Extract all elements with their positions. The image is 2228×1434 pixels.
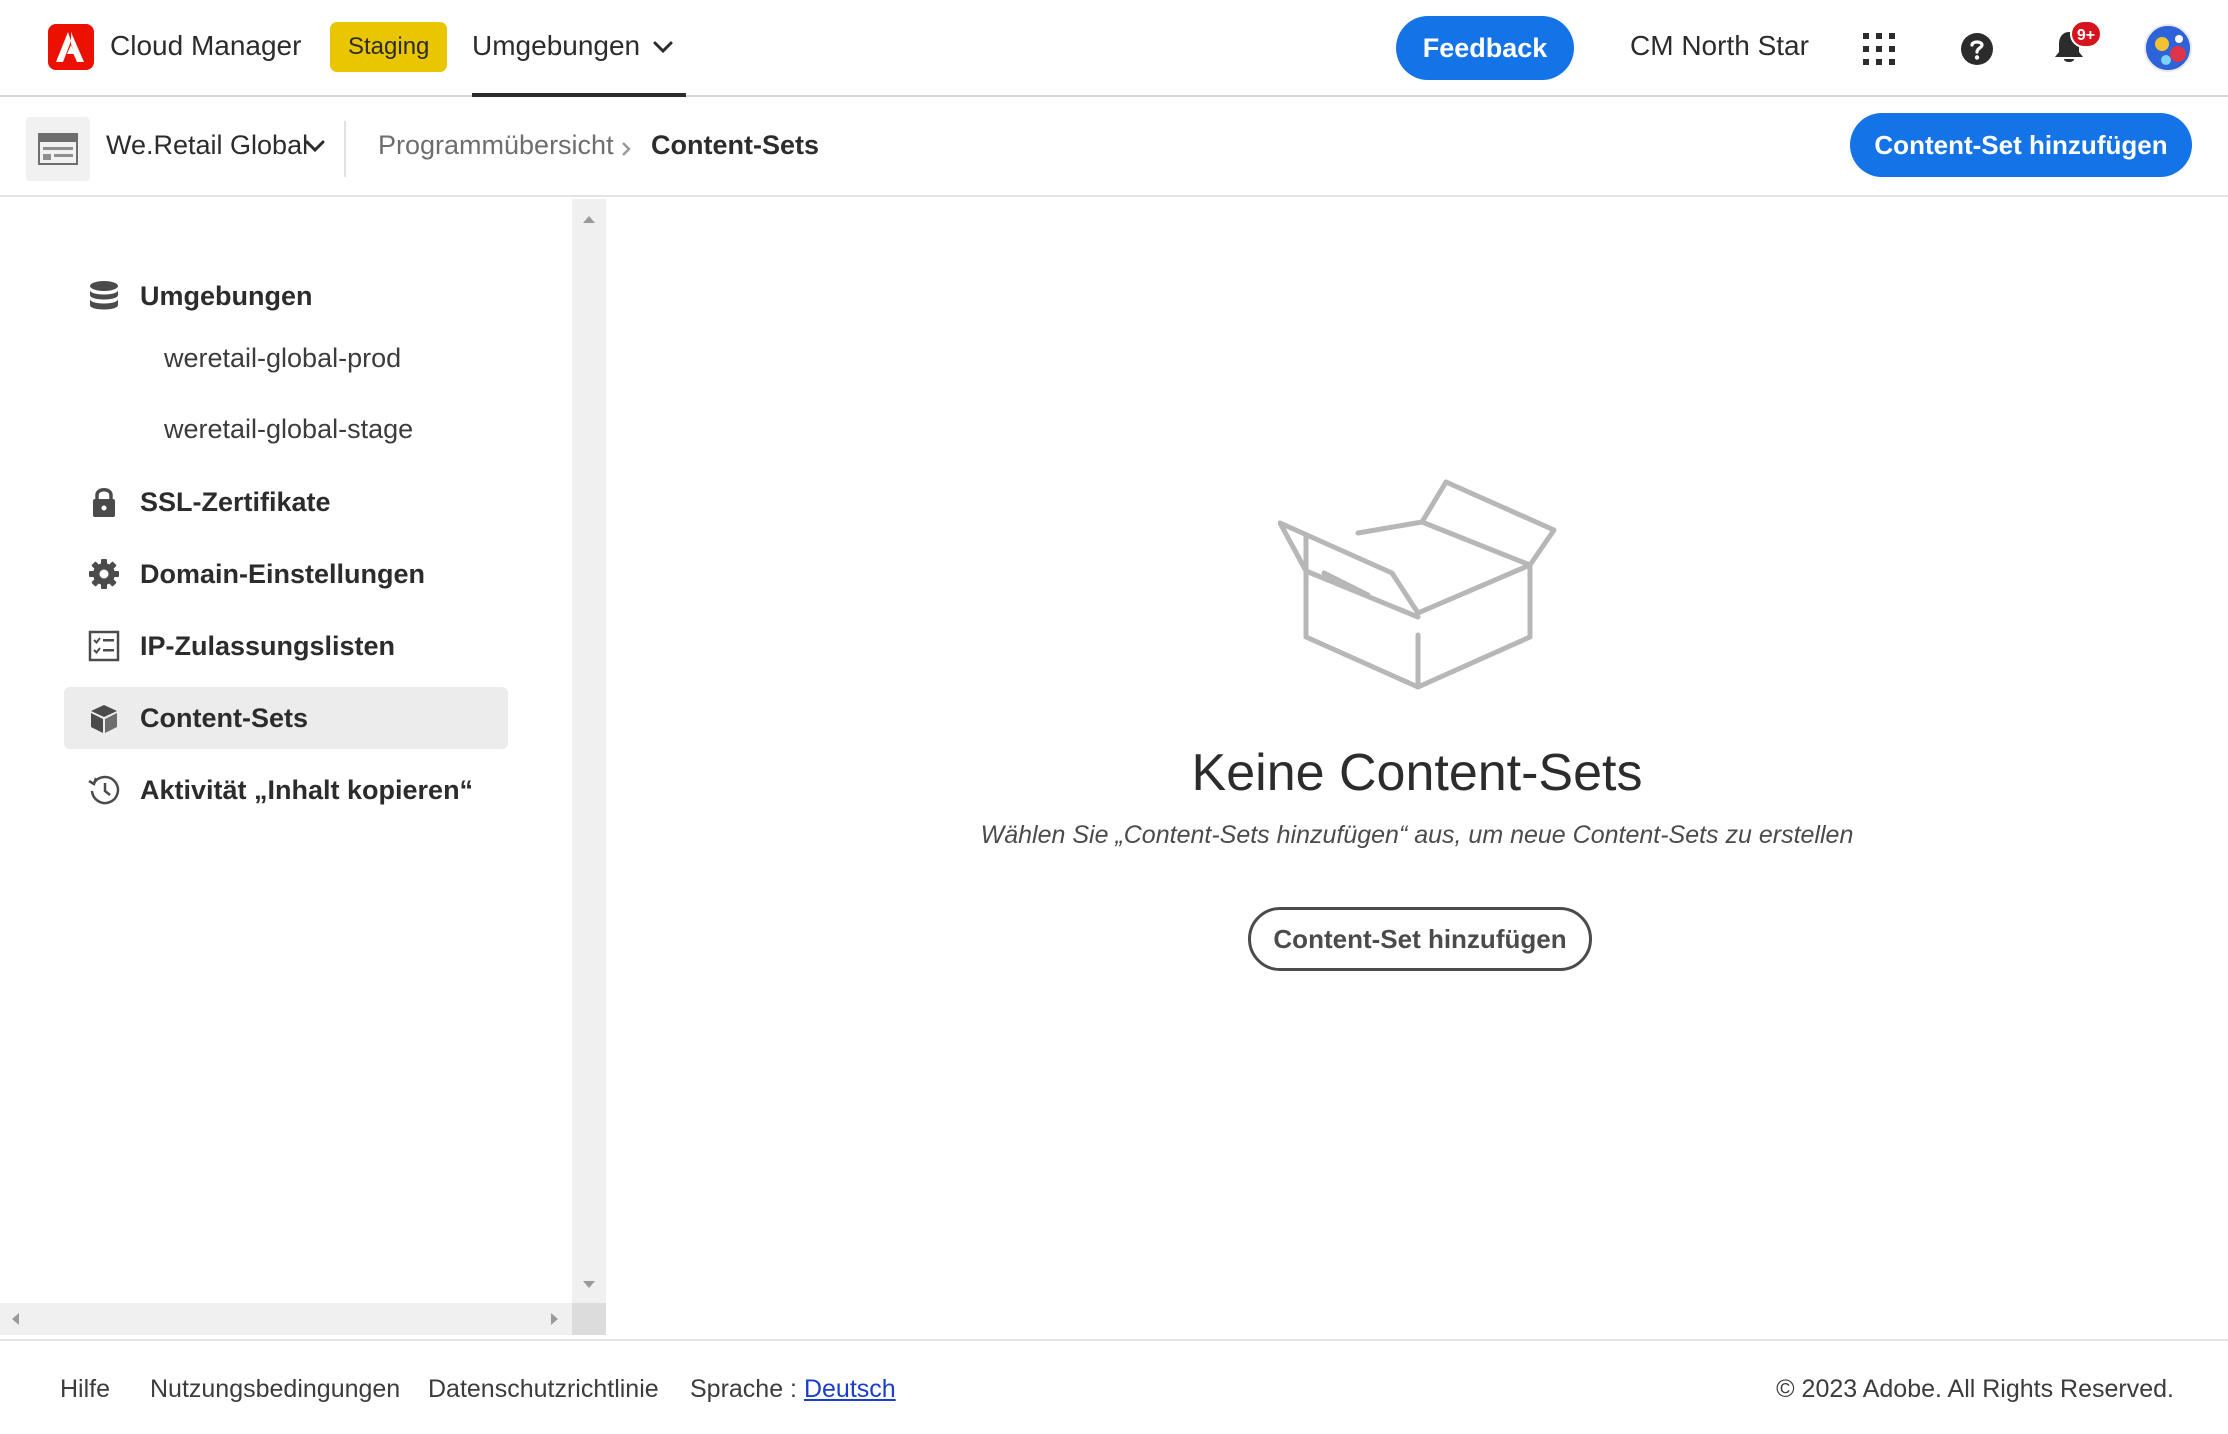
program-icon <box>26 117 90 181</box>
footer-language: Sprache : Deutsch <box>690 1375 896 1404</box>
notification-count-badge: 9+ <box>2070 20 2102 48</box>
environments-menu-label: Umgebungen <box>472 30 641 61</box>
lock-icon <box>88 486 120 518</box>
help-icon[interactable] <box>1960 32 1994 71</box>
empty-state-description: Wählen Sie „Content-Sets hinzufügen“ aus… <box>980 821 1854 849</box>
adobe-logo-icon[interactable] <box>48 24 94 70</box>
box-icon <box>88 702 120 734</box>
chevron-right-icon <box>620 141 632 162</box>
app-title[interactable]: Cloud Manager <box>110 30 301 62</box>
sidebar-item-label: Aktivität „Inhalt kopieren“ <box>140 775 474 805</box>
program-bar: We.Retail Global Programmübersicht Conte… <box>0 97 2228 197</box>
checklist-icon <box>88 630 120 662</box>
sidebar-item-label: Umgebungen <box>140 281 313 311</box>
add-content-set-button[interactable]: Content-Set hinzufügen <box>1850 113 2192 177</box>
gear-icon <box>88 558 120 590</box>
sidebar-item-environments[interactable]: Umgebungen <box>64 265 508 327</box>
program-selector[interactable]: We.Retail Global <box>106 130 308 161</box>
sidebar-item-weretail-global-stage[interactable]: weretail-global-stage <box>164 414 413 445</box>
sidebar-item-label: IP-Zulassungslisten <box>140 631 396 661</box>
empty-state-title: Keine Content-Sets <box>1191 744 1643 802</box>
footer-link-help[interactable]: Hilfe <box>60 1375 110 1404</box>
sidebar-item-label: SSL-Zertifikate <box>140 487 331 517</box>
scroll-right-arrow-icon[interactable] <box>550 1312 560 1331</box>
scroll-up-arrow-icon[interactable] <box>582 211 596 229</box>
sidebar-item-content-sets[interactable]: Content-Sets <box>64 687 508 749</box>
environments-menu[interactable]: Umgebungen <box>472 0 686 97</box>
language-link[interactable]: Deutsch <box>804 1375 896 1403</box>
app-switcher-icon[interactable] <box>1862 32 1896 71</box>
breadcrumb-program-overview[interactable]: Programmübersicht <box>378 130 614 161</box>
sidebar-item-ssl-certificates[interactable]: SSL-Zertifikate <box>64 471 508 533</box>
notifications-button[interactable]: 9+ <box>2052 20 2108 76</box>
scroll-down-arrow-icon[interactable] <box>582 1277 596 1295</box>
scrollbar-corner <box>572 1303 606 1335</box>
sidebar-item-label: Content-Sets <box>140 703 308 733</box>
language-label: Sprache : <box>690 1375 804 1403</box>
database-icon <box>88 280 120 312</box>
sidebar-vertical-scrollbar[interactable] <box>572 199 606 1303</box>
sidebar-item-domain-settings[interactable]: Domain-Einstellungen <box>64 543 508 605</box>
divider <box>344 121 346 177</box>
top-navigation-bar: Cloud Manager Staging Umgebungen Feedbac… <box>0 0 2228 97</box>
sidebar: Umgebungen weretail-global-prod weretail… <box>0 199 606 1335</box>
breadcrumb-current: Content-Sets <box>651 130 819 160</box>
environment-badge: Staging <box>330 22 448 72</box>
history-icon <box>88 774 120 806</box>
sidebar-item-ip-allow-lists[interactable]: IP-Zulassungslisten <box>64 615 508 677</box>
user-avatar[interactable] <box>2144 24 2192 72</box>
open-box-icon <box>1278 479 1557 690</box>
footer-link-terms[interactable]: Nutzungsbedingungen <box>150 1375 400 1404</box>
chevron-down-icon[interactable] <box>304 139 326 158</box>
sidebar-item-copy-content-activity[interactable]: Aktivität „Inhalt kopieren“ <box>64 759 508 821</box>
sidebar-item-weretail-global-prod[interactable]: weretail-global-prod <box>164 343 401 374</box>
scroll-left-arrow-icon[interactable] <box>10 1312 20 1331</box>
feedback-button[interactable]: Feedback <box>1396 16 1574 80</box>
organization-switcher[interactable]: CM North Star <box>1630 30 1809 62</box>
sidebar-item-label: Domain-Einstellungen <box>140 559 426 589</box>
main-content: Keine Content-Sets Wählen Sie „Content-S… <box>606 199 2228 1335</box>
chevron-down-icon <box>652 40 674 59</box>
sidebar-horizontal-scrollbar[interactable] <box>0 1303 572 1335</box>
copyright-text: © 2023 Adobe. All Rights Reserved. <box>1776 1375 2174 1403</box>
add-content-set-button-secondary[interactable]: Content-Set hinzufügen <box>1248 907 1592 971</box>
footer: Hilfe Nutzungsbedingungen Datenschutzric… <box>0 1339 2228 1434</box>
footer-link-privacy[interactable]: Datenschutzrichtlinie <box>428 1375 659 1404</box>
